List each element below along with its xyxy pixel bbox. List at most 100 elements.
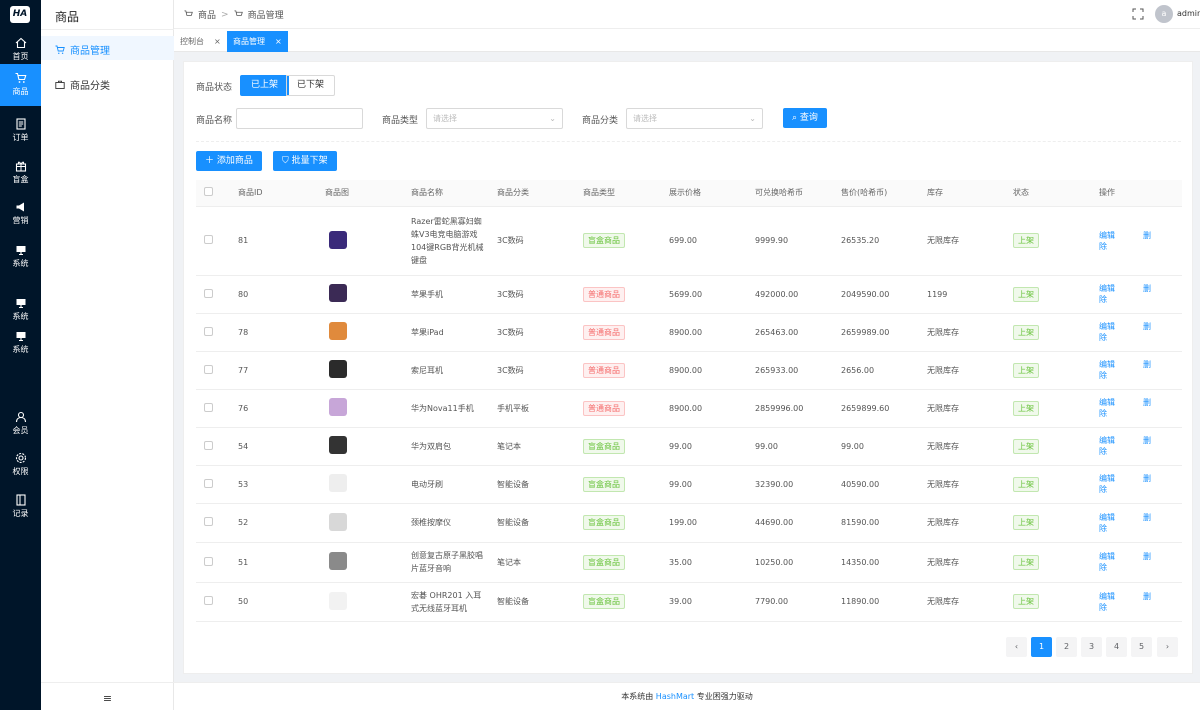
status-badge: 上架 bbox=[1013, 233, 1039, 248]
display-price: 39.00 bbox=[665, 582, 751, 622]
rail-item[interactable]: 营销 bbox=[0, 193, 41, 235]
page-button[interactable]: 3 bbox=[1081, 637, 1102, 657]
page-button[interactable]: 4 bbox=[1106, 637, 1127, 657]
edit-link[interactable]: 编辑 bbox=[1099, 552, 1115, 561]
batch-off-shelf-button[interactable]: ⛉ 批量下架 bbox=[273, 151, 337, 171]
edit-link[interactable]: 编辑 bbox=[1099, 474, 1115, 483]
prev-page-button[interactable]: ‹ bbox=[1006, 637, 1027, 657]
product-id: 77 bbox=[234, 351, 321, 390]
tab-product-management[interactable]: 商品管理 × bbox=[227, 31, 288, 52]
row-checkbox[interactable] bbox=[204, 517, 213, 526]
next-page-button[interactable]: › bbox=[1157, 637, 1178, 657]
column-header: 操作 bbox=[1095, 180, 1182, 207]
product-name: 创意复古原子黑胶唱片蓝牙音响 bbox=[407, 542, 493, 583]
edit-link[interactable]: 编辑 bbox=[1099, 398, 1115, 407]
sidebar-collapse-button[interactable]: ≡ bbox=[41, 682, 174, 710]
exchangeable-coins: 10250.00 bbox=[751, 542, 837, 583]
product-type-tag: 盲盒商品 bbox=[583, 594, 625, 609]
product-type-tag: 普通商品 bbox=[583, 400, 625, 416]
rail-item[interactable]: 系统 bbox=[0, 322, 41, 364]
rail-item[interactable]: 会员 bbox=[0, 403, 41, 445]
edit-link[interactable]: 编辑 bbox=[1099, 513, 1115, 522]
product-name: 苹果iPad bbox=[407, 313, 493, 352]
rail-item[interactable]: 订单 bbox=[0, 110, 41, 152]
status-on-shelf-button[interactable]: 已上架 bbox=[240, 75, 290, 96]
row-checkbox[interactable] bbox=[204, 288, 213, 298]
select-all-checkbox[interactable] bbox=[204, 187, 213, 197]
page-button[interactable]: 5 bbox=[1131, 637, 1152, 657]
page-button[interactable]: 1 bbox=[1031, 637, 1052, 657]
rail-item-label: 会员 bbox=[12, 426, 29, 435]
row-checkbox[interactable] bbox=[204, 440, 213, 450]
product-type-select[interactable]: 请选择 ⌄ bbox=[426, 108, 563, 129]
sale-price-coins: 81590.00 bbox=[837, 503, 923, 543]
rail-item-label: 商品 bbox=[12, 87, 29, 96]
page-button[interactable]: 2 bbox=[1056, 637, 1077, 657]
product-name: 苹果手机 bbox=[407, 275, 493, 314]
product-name-input[interactable] bbox=[236, 108, 363, 129]
rail-item[interactable]: 商品 bbox=[0, 64, 41, 106]
stock: 无限库存 bbox=[923, 427, 1009, 466]
avatar[interactable]: a bbox=[1155, 5, 1173, 23]
exchangeable-coins: 44690.00 bbox=[751, 503, 837, 543]
add-product-button[interactable]: ＋ 添加商品 bbox=[196, 151, 262, 171]
stock: 无限库存 bbox=[923, 206, 1009, 276]
status-badge: 上架 bbox=[1013, 594, 1039, 609]
sidebar-item-product-category[interactable]: 商品分类 bbox=[55, 77, 110, 92]
tab-bar: 控制台 × 商品管理 × bbox=[174, 29, 1200, 52]
row-checkbox[interactable] bbox=[204, 556, 213, 566]
rail-item[interactable]: 盲盒 bbox=[0, 152, 41, 194]
sale-price-coins: 26535.20 bbox=[837, 206, 923, 276]
edit-link[interactable]: 编辑 bbox=[1099, 322, 1115, 331]
row-checkbox[interactable] bbox=[204, 326, 213, 336]
footer-brand-link[interactable]: HashMart bbox=[656, 692, 694, 701]
fullscreen-icon[interactable] bbox=[1132, 8, 1144, 20]
product-category: 3C数码 bbox=[493, 313, 579, 352]
briefcase-icon bbox=[55, 80, 65, 89]
stock: 无限库存 bbox=[923, 582, 1009, 622]
rail-item[interactable]: 权限 bbox=[0, 444, 41, 486]
rail-item[interactable]: 系统 bbox=[0, 236, 41, 278]
document-icon bbox=[15, 118, 27, 130]
status-badge: 上架 bbox=[1013, 286, 1039, 302]
select-placeholder: 请选择 bbox=[633, 114, 657, 123]
display-price: 99.00 bbox=[665, 465, 751, 504]
product-name: Razer雷蛇黑寡妇蜘蛛V3电竞电脑游戏104键RGB背光机械键盘 bbox=[407, 206, 493, 276]
breadcrumb-separator: > bbox=[221, 9, 229, 20]
row-checkbox[interactable] bbox=[204, 402, 213, 412]
sale-price-coins: 40590.00 bbox=[837, 465, 923, 504]
exchangeable-coins: 32390.00 bbox=[751, 465, 837, 504]
row-checkbox[interactable] bbox=[204, 364, 213, 374]
edit-link[interactable]: 编辑 bbox=[1099, 360, 1115, 369]
product-id: 50 bbox=[234, 582, 321, 622]
column-header: 商品类型 bbox=[579, 180, 665, 207]
breadcrumb-item[interactable]: 商品 bbox=[198, 8, 216, 21]
close-icon[interactable]: × bbox=[275, 37, 282, 46]
edit-link[interactable]: 编辑 bbox=[1099, 436, 1115, 445]
product-category-select[interactable]: 请选择 ⌄ bbox=[626, 108, 763, 129]
row-checkbox[interactable] bbox=[204, 478, 213, 488]
stock: 无限库存 bbox=[923, 351, 1009, 390]
display-price: 5699.00 bbox=[665, 275, 751, 314]
column-header: 商品ID bbox=[234, 180, 321, 207]
tab-label: 商品管理 bbox=[233, 37, 265, 46]
close-icon[interactable]: × bbox=[214, 37, 221, 46]
product-name: 华为Nova11手机 bbox=[407, 389, 493, 428]
edit-link[interactable]: 编辑 bbox=[1099, 592, 1115, 601]
product-image bbox=[329, 322, 347, 340]
row-checkbox[interactable] bbox=[204, 596, 213, 605]
user-name[interactable]: admin bbox=[1177, 9, 1200, 18]
row-checkbox[interactable] bbox=[204, 235, 213, 244]
edit-link[interactable]: 编辑 bbox=[1099, 284, 1115, 293]
display-price: 8900.00 bbox=[665, 313, 751, 352]
product-image bbox=[329, 230, 347, 249]
edit-link[interactable]: 编辑 bbox=[1099, 231, 1115, 240]
query-button[interactable]: ⌕ 查询 bbox=[783, 108, 827, 128]
sidebar-item-label: 商品管理 bbox=[70, 46, 110, 57]
tab-dashboard[interactable]: 控制台 × bbox=[174, 31, 227, 52]
sidebar-item-product-management[interactable]: 商品管理 bbox=[55, 42, 110, 57]
rail-item[interactable]: 记录 bbox=[0, 486, 41, 528]
status-off-shelf-button[interactable]: 已下架 bbox=[286, 75, 336, 96]
column-header: 商品分类 bbox=[493, 180, 579, 207]
status-badge: 上架 bbox=[1013, 362, 1039, 378]
